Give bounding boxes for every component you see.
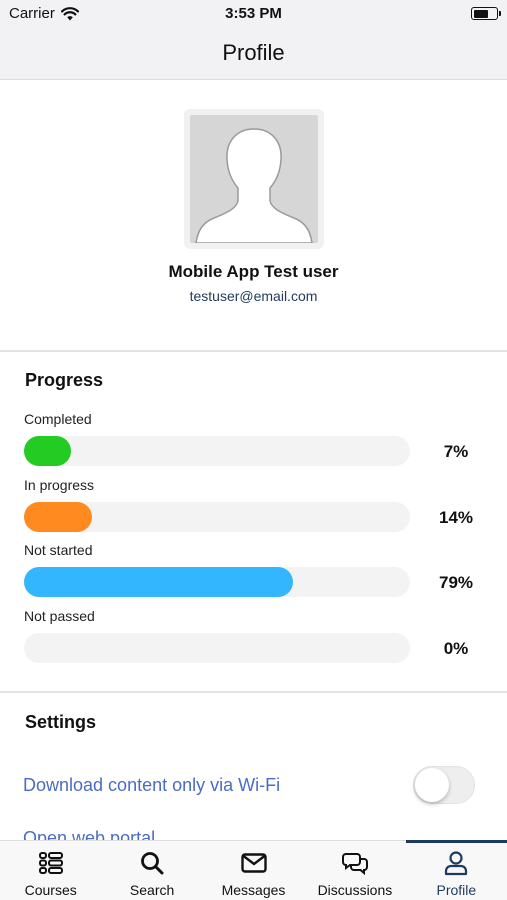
user-name: Mobile App Test user [168,262,339,281]
navigation-bar: Profile [0,30,507,80]
tab-search[interactable]: Search [101,841,202,900]
progress-label: In progress [24,477,95,493]
tab-courses[interactable]: Courses [0,841,101,900]
tab-label: Discussions [317,882,393,898]
avatar[interactable] [184,109,324,249]
page-title: Profile [222,40,285,65]
progress-section: Progress Completed 7% In progress 14% No… [0,352,507,693]
tab-discussions[interactable]: Discussions [304,841,405,900]
user-email: testuser@email.com [189,288,318,304]
tab-profile[interactable]: Profile [405,840,507,900]
wifi-only-setting-label[interactable]: Download content only via Wi-Fi [23,775,280,796]
tab-label: Courses [24,882,77,898]
progress-fill [24,567,293,597]
progress-percent: 7% [443,442,469,461]
envelope-icon [240,853,267,873]
tab-label: Messages [221,882,286,898]
progress-percent: 79% [438,573,474,592]
battery-level [473,9,488,18]
carrier-label: Carrier [9,5,55,22]
settings-title: Settings [25,712,97,732]
status-bar: Carrier 3:53 PM [0,0,507,30]
battery-icon [471,7,501,20]
courses-list-icon [38,852,63,874]
toggle-knob [415,768,449,802]
progress-fill [24,436,71,466]
progress-label: Not started [24,542,93,558]
progress-track [24,436,410,466]
progress-percent: 0% [443,639,469,658]
tab-bar: Courses Search Messages Discussions Prof… [0,840,507,900]
progress-track [24,633,410,663]
search-icon [141,852,164,875]
tab-messages[interactable]: Messages [203,841,304,900]
active-tab-indicator [405,840,507,843]
person-silhouette-icon [190,115,318,243]
tab-label: Search [129,882,175,898]
person-icon [445,851,468,876]
progress-track [24,502,410,532]
carrier-indicator: Carrier [9,5,79,22]
wifi-only-toggle[interactable] [413,766,475,804]
chat-bubbles-icon [341,853,368,876]
progress-label: Completed [24,411,92,427]
progress-label: Not passed [24,608,95,624]
tab-label: Profile [436,882,477,898]
settings-section: Settings Download content only via Wi-Fi… [0,693,507,840]
progress-fill [24,502,93,532]
progress-track [24,567,410,597]
wifi-icon [60,6,79,20]
progress-title: Progress [25,370,104,390]
open-web-portal-link[interactable]: Open web portal [23,828,155,840]
profile-header: Mobile App Test user testuser@email.com [0,80,507,352]
progress-percent: 14% [438,508,474,527]
